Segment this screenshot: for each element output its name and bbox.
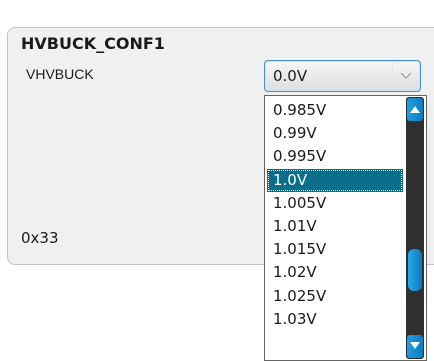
scroll-down-button[interactable] [407, 335, 423, 358]
combobox-selected-value: 0.0V [273, 67, 308, 85]
dropdown-option[interactable]: 1.025V [267, 285, 403, 308]
register-hex-value: 0x33 [21, 229, 59, 247]
chevron-up-icon [410, 106, 420, 113]
chevron-down-icon [410, 342, 420, 349]
option-list: 0.985V 0.99V 0.995V 1.0V 1.005V 1.01V 1.015V 1.… [267, 99, 403, 331]
dropdown-option[interactable]: 1.005V [267, 192, 403, 215]
dropdown-option[interactable]: 0.985V [267, 99, 403, 122]
vhvbuck-combobox[interactable]: 0.0V [264, 60, 421, 92]
vhvbuck-label: VHVBUCK [26, 66, 94, 82]
dropdown-option[interactable]: 1.02V [267, 261, 403, 284]
vhvbuck-dropdown-list[interactable]: 0.985V 0.99V 0.995V 1.0V 1.005V 1.01V 1.015V 1.… [264, 95, 427, 361]
dropdown-option[interactable]: 1.015V [267, 238, 403, 261]
panel-title: HVBUCK_CONF1 [21, 34, 165, 53]
dropdown-option[interactable]: 0.995V [267, 145, 403, 168]
scroll-up-button[interactable] [407, 98, 423, 121]
combobox-dropdown-button[interactable] [392, 62, 419, 90]
dropdown-option[interactable]: 1.03V [267, 308, 403, 331]
scrollbar-thumb[interactable] [408, 249, 422, 291]
dropdown-scrollbar[interactable] [406, 97, 424, 359]
dropdown-option[interactable]: 0.99V [267, 122, 403, 145]
dropdown-option[interactable]: 1.0V [267, 168, 403, 192]
dropdown-option[interactable]: 1.01V [267, 215, 403, 238]
chevron-down-icon [400, 72, 412, 79]
